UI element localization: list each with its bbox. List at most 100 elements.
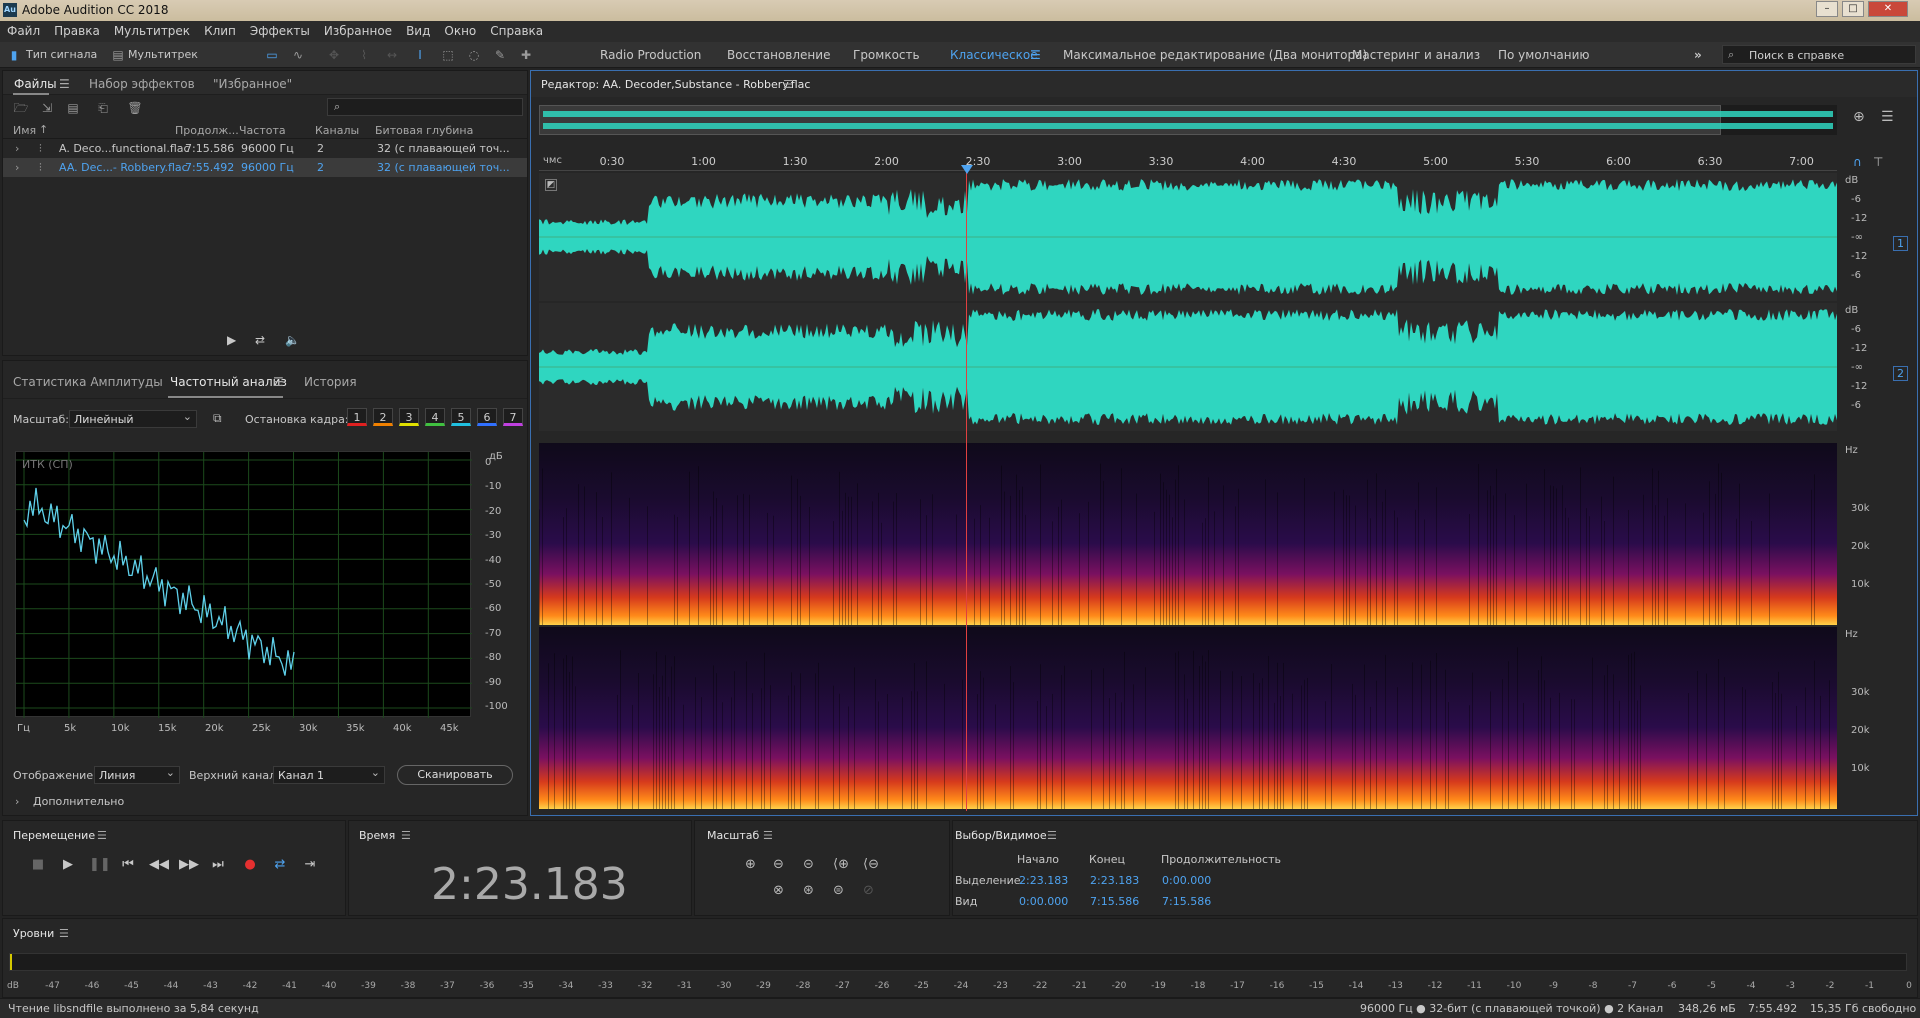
- workspace-max-edit[interactable]: Максимальное редактирование (Два монитор…: [1063, 48, 1367, 62]
- selection-end[interactable]: 2:23.183: [1090, 874, 1139, 887]
- workspace-loudness[interactable]: Громкость: [853, 48, 920, 62]
- selection-duration[interactable]: 0:00.000: [1162, 874, 1211, 887]
- freeze-button-5[interactable]: 5: [451, 408, 471, 426]
- zoom-in-time-icon[interactable]: ⟨⊕: [833, 857, 849, 872]
- view-start[interactable]: 0:00.000: [1019, 895, 1068, 908]
- zoom-out-full-icon[interactable]: ⊝: [803, 857, 814, 872]
- copy-icon[interactable]: ⧉: [213, 411, 222, 426]
- editor-menu-icon[interactable]: ☰: [783, 78, 793, 91]
- file-row[interactable]: › ⫶ A. Deco...functional.flac 7:15.586 9…: [3, 139, 527, 158]
- loop-icon[interactable]: ⇄: [271, 857, 289, 872]
- expand-icon[interactable]: ›: [15, 142, 19, 155]
- rewind-icon[interactable]: ◀◀: [149, 857, 167, 872]
- skip-selection-icon[interactable]: ⇥: [301, 857, 319, 872]
- move-tool-icon[interactable]: ✥: [326, 48, 342, 62]
- menu-window[interactable]: Окно: [437, 21, 483, 38]
- levels-menu-icon[interactable]: ☰: [59, 927, 69, 940]
- slip-tool-icon[interactable]: ↔: [384, 48, 400, 62]
- zoom-in-left-icon[interactable]: ⊛: [803, 883, 814, 898]
- files-tab-menu-icon[interactable]: ☰: [59, 77, 70, 91]
- editor-title[interactable]: Редактор: AA. Decoder,Substance - Robber…: [541, 78, 810, 91]
- zoom-menu-icon[interactable]: ☰: [763, 829, 773, 842]
- delete-icon[interactable]: 🗑: [127, 101, 143, 115]
- freeze-button-6[interactable]: 6: [477, 408, 497, 426]
- play-icon[interactable]: ▶: [59, 857, 77, 872]
- waveform-channel-2[interactable]: [539, 303, 1837, 431]
- view-duration[interactable]: 7:15.586: [1162, 895, 1211, 908]
- playhead-line[interactable]: [966, 167, 967, 811]
- menu-help[interactable]: Справка: [483, 21, 550, 38]
- scale-select[interactable]: Линейный: [69, 410, 197, 428]
- time-menu-icon[interactable]: ☰: [401, 829, 411, 842]
- freeze-button-3[interactable]: 3: [399, 408, 419, 426]
- lasso-tool-icon[interactable]: ◌: [466, 48, 482, 62]
- selection-menu-icon[interactable]: ☰: [1047, 829, 1057, 842]
- waveform-view-button[interactable]: Тип сигнала: [26, 48, 97, 61]
- tab-history[interactable]: История: [304, 375, 357, 389]
- file-row-selected[interactable]: › ⫶ AA. Dec...- Robbery.flac 7:55.492 96…: [3, 158, 527, 177]
- zoom-in-right-icon[interactable]: ⊜: [833, 883, 844, 898]
- col-channels[interactable]: Каналы: [315, 124, 359, 137]
- workspace-default[interactable]: По умолчанию: [1498, 48, 1590, 62]
- waveform-channel-1[interactable]: [539, 173, 1837, 301]
- channel-select[interactable]: Канал 1: [273, 766, 385, 784]
- scan-button[interactable]: Сканировать: [397, 765, 513, 785]
- preview-loop-icon[interactable]: ⇄: [255, 333, 265, 347]
- freeze-button-2[interactable]: 2: [373, 408, 393, 426]
- tab-files[interactable]: Файлы: [14, 77, 57, 91]
- workspace-radio-production[interactable]: Radio Production: [600, 48, 701, 62]
- razor-tool-icon[interactable]: ⌇: [356, 48, 372, 62]
- open-file-icon[interactable]: 🗁: [13, 101, 29, 115]
- freeze-button-1[interactable]: 1: [347, 408, 367, 426]
- workspace-overflow-icon[interactable]: »: [1694, 48, 1702, 62]
- playhead-marker-icon[interactable]: [961, 165, 973, 174]
- zoom-fit-icon[interactable]: ⊕: [1853, 109, 1865, 125]
- record-icon[interactable]: ●: [241, 857, 259, 872]
- zoom-out-time-icon[interactable]: ⟨⊖: [863, 857, 879, 872]
- menu-clip[interactable]: Клип: [197, 21, 243, 38]
- preview-play-icon[interactable]: ▶: [227, 333, 236, 347]
- to-end-icon[interactable]: ⏭: [209, 857, 227, 872]
- workspace-menu-icon[interactable]: ☰: [1030, 48, 1041, 62]
- time-selection-tool-icon[interactable]: I: [412, 48, 428, 62]
- tab-favorites[interactable]: "Избранное": [213, 77, 292, 91]
- display-select[interactable]: Линия: [94, 766, 180, 784]
- hud-toggle-icon[interactable]: ◩: [545, 179, 557, 191]
- menu-multitrack[interactable]: Мультитрек: [107, 21, 197, 38]
- expand-icon[interactable]: ›: [15, 795, 19, 808]
- transport-menu-icon[interactable]: ☰: [97, 829, 107, 842]
- marquee-tool-icon[interactable]: ⬚: [440, 48, 456, 62]
- spectrogram-channel-2[interactable]: [539, 627, 1837, 809]
- workspace-classic[interactable]: Классическое: [950, 48, 1038, 62]
- workspace-mastering[interactable]: Мастеринг и анализ: [1352, 48, 1480, 62]
- help-search-input[interactable]: Поиск в справке: [1749, 49, 1844, 62]
- panel-options-icon[interactable]: ☰: [1881, 109, 1894, 125]
- menu-effects[interactable]: Эффекты: [243, 21, 317, 38]
- help-search-box[interactable]: ⌕ Поиск в справке: [1722, 45, 1916, 64]
- menu-file[interactable]: Файл: [0, 21, 47, 38]
- brush-tool-icon[interactable]: ✎: [492, 48, 508, 62]
- freeze-button-7[interactable]: 7: [503, 408, 523, 426]
- tab-frequency-analysis[interactable]: Частотный анализ: [170, 375, 287, 389]
- menu-view[interactable]: Вид: [399, 21, 437, 38]
- tab-amplitude-stats[interactable]: Статистика Амплитуды: [13, 375, 163, 389]
- channel-2-label[interactable]: 2: [1893, 366, 1908, 381]
- tab-menu-icon[interactable]: ☰: [273, 375, 284, 389]
- spectrogram-channel-1[interactable]: [539, 443, 1837, 625]
- expand-icon[interactable]: ›: [15, 161, 19, 174]
- col-duration[interactable]: Продолж...: [175, 124, 239, 137]
- view-end[interactable]: 7:15.586: [1090, 895, 1139, 908]
- fast-forward-icon[interactable]: ▶▶: [179, 857, 197, 872]
- time-ruler[interactable]: чмс 0:30 1:00 1:30 2:00 2:30 3:00 3:30 4:00 4:30…: [539, 153, 1837, 171]
- to-start-icon[interactable]: ⏮: [119, 857, 137, 872]
- maximize-button[interactable]: □: [1842, 1, 1864, 17]
- zoom-out-amplitude-icon[interactable]: ⊖: [773, 857, 784, 872]
- files-search-input[interactable]: ⌕: [327, 98, 523, 116]
- preview-autoplay-icon[interactable]: 🔈: [285, 333, 300, 347]
- col-rate[interactable]: Частота: [239, 124, 286, 137]
- overview-bar[interactable]: [539, 105, 1837, 135]
- col-depth[interactable]: Битовая глубина: [375, 124, 473, 137]
- zoom-in-amplitude-icon[interactable]: ⊕: [745, 857, 756, 872]
- stop-icon[interactable]: ■: [29, 857, 47, 872]
- pause-icon[interactable]: ❚❚: [89, 857, 107, 872]
